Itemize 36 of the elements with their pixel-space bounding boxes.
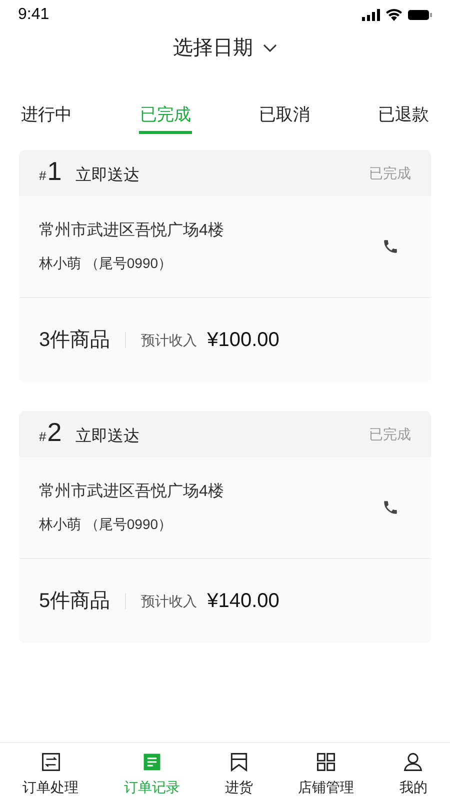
order-number: 1 bbox=[47, 158, 62, 184]
income-label: 预计收入 bbox=[141, 330, 198, 350]
nav-tab[interactable]: 店铺管理 bbox=[298, 751, 354, 800]
signal-icon bbox=[362, 9, 380, 21]
filter-tab[interactable]: 已取消 bbox=[258, 98, 311, 134]
nav-tab[interactable]: 订单处理 bbox=[22, 751, 79, 800]
status-time: 9:41 bbox=[18, 5, 50, 25]
customer-name: 林小萌 （尾号0990） bbox=[39, 254, 174, 273]
hash-mark: # bbox=[39, 428, 46, 446]
delivery-address: 常州市武进区吾悦广场4楼 bbox=[39, 220, 224, 241]
delivery-type: 立即送达 bbox=[76, 426, 140, 447]
chevron-down-icon[interactable] bbox=[263, 44, 277, 52]
order-number: 2 bbox=[47, 419, 62, 445]
delivery-type: 立即送达 bbox=[76, 166, 140, 186]
battery-icon bbox=[408, 9, 432, 21]
wifi-icon bbox=[386, 9, 402, 21]
item-count: 3件商品 bbox=[39, 328, 110, 353]
income-amount: ¥100.00 bbox=[207, 328, 280, 353]
filter-tab[interactable]: 进行中 bbox=[20, 98, 73, 134]
order-status: 已完成 bbox=[369, 164, 411, 182]
swap-icon bbox=[40, 751, 62, 773]
income-label: 预计收入 bbox=[141, 592, 198, 610]
nav-tab[interactable]: 进货 bbox=[224, 751, 253, 800]
person-icon bbox=[402, 751, 424, 773]
filter-tab[interactable]: 已退款 bbox=[377, 98, 430, 134]
order-status: 已完成 bbox=[369, 424, 411, 444]
customer-name: 林小萌 （尾号0990） bbox=[39, 515, 174, 534]
grid-icon bbox=[315, 751, 338, 773]
nav-tab[interactable]: 我的 bbox=[399, 751, 428, 800]
delivery-address: 常州市武进区吾悦广场4楼 bbox=[39, 482, 224, 502]
item-count: 5件商品 bbox=[39, 589, 110, 614]
hash-mark: # bbox=[39, 167, 46, 185]
header-title[interactable]: 选择日期 bbox=[173, 33, 253, 63]
phone-icon[interactable] bbox=[382, 238, 399, 255]
income-amount: ¥140.00 bbox=[207, 589, 280, 614]
phone-icon[interactable] bbox=[382, 499, 399, 516]
